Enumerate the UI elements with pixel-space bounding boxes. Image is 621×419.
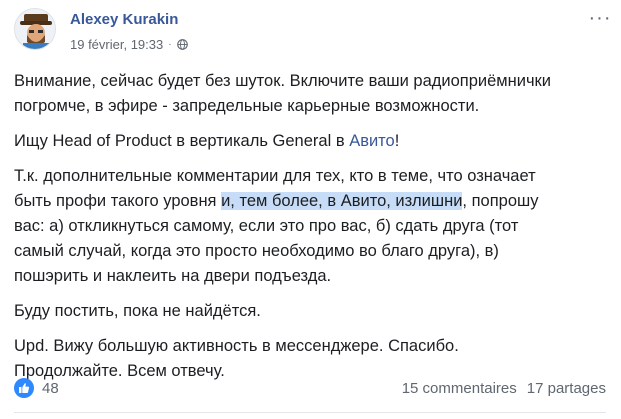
avatar-illustration (15, 9, 55, 49)
paragraph-1: Внимание, сейчас будет без шуток. Включи… (14, 69, 614, 119)
paragraph-3-line-4: самый случай, когда это просто необходим… (14, 242, 499, 260)
selected-text-highlight: и, тем более, в Авито, излишни (221, 192, 463, 210)
paragraph-3-line-2-end: , попрошу (462, 192, 539, 210)
paragraph-2-end: ! (394, 132, 400, 150)
post-footer: 48 15 commentaires 17 partages (14, 376, 606, 400)
paragraph-2-text: Ищу Head of Product в вертикаль General … (14, 132, 350, 150)
reaction-count[interactable]: 48 (42, 380, 59, 397)
post-meta: 19 février, 19:33 · (70, 37, 188, 52)
paragraph-5-line-1: Upd. Вижу большую активность в мессендже… (14, 337, 459, 355)
author-name[interactable]: Alexey Kurakin (70, 11, 178, 28)
paragraph-3-line-1: Т.к. дополнительные комментарии для тех,… (14, 167, 536, 185)
globe-icon[interactable] (176, 39, 188, 50)
paragraph-4: Буду постить, пока не найдётся. (14, 299, 614, 324)
author-avatar[interactable] (14, 8, 56, 50)
paragraph-3-line-2: быть профи такого уровня и, тем более, в… (14, 189, 614, 214)
paragraph-3-line-5: пошэрить и наклеить на двери подъезда. (14, 267, 332, 285)
avito-link[interactable]: Авито (349, 132, 395, 150)
like-icon[interactable] (14, 378, 34, 398)
paragraph-3-line-3: вас: а) откликнуться самому, если это пр… (14, 217, 519, 235)
meta-separator: · (168, 39, 172, 50)
comments-count-link[interactable]: 15 commentaires (402, 380, 517, 397)
post-timestamp[interactable]: 19 février, 19:33 (70, 37, 163, 52)
paragraph-3: Т.к. дополнительные комментарии для тех,… (14, 164, 614, 289)
paragraph-2-line-1: Ищу Head of Product в вертикаль General … (14, 129, 614, 154)
shares-count-link[interactable]: 17 partages (527, 380, 606, 397)
paragraph-1-line-2: погромче, в эфире - запредельные карьерн… (14, 97, 480, 115)
more-options-button[interactable]: ··· (586, 6, 614, 29)
thumbs-up-icon (19, 383, 30, 393)
paragraph-1-line-1: Внимание, сейчас будет без шуток. Включи… (14, 72, 551, 90)
paragraph-3-line-2-start: быть профи такого уровня (14, 192, 222, 210)
paragraph-2: Ищу Head of Product в вертикаль General … (14, 129, 614, 154)
footer-divider (14, 412, 606, 413)
more-icon: ··· (588, 6, 612, 29)
paragraph-4-line-1: Буду постить, пока не найдётся. (14, 302, 261, 320)
post-body: Внимание, сейчас будет без шуток. Включи… (14, 69, 614, 394)
